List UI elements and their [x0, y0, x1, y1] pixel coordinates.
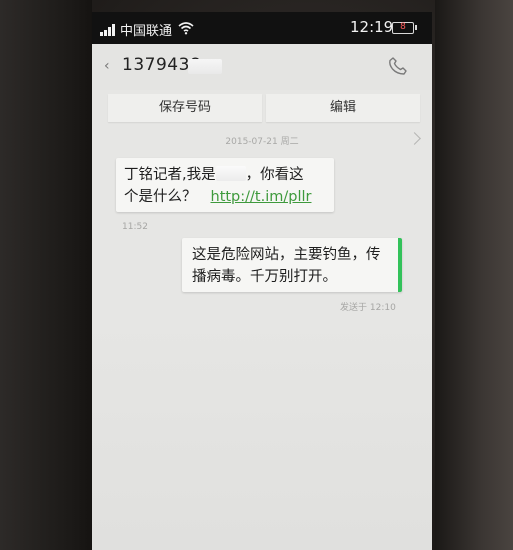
outgoing-message-bubble[interactable]: 这是危险网站，主要钓鱼，传 播病毒。千万别打开。 — [182, 238, 402, 292]
outgoing-line-2: 播病毒。千万别打开。 — [192, 269, 337, 285]
carrier-name: 中国联通 — [120, 24, 173, 39]
status-clock: 12:19 — [350, 18, 394, 36]
redacted-name — [215, 166, 246, 181]
outgoing-line-1: 这是危险网站，主要钓鱼，传 — [192, 247, 381, 263]
battery-icon: 8 — [392, 22, 417, 34]
back-arrow-icon[interactable]: ‹ — [104, 58, 110, 74]
redacted-number-digits — [188, 59, 222, 74]
outgoing-sent-status: 发送于 12:10 — [340, 303, 396, 313]
status-bar: 中国联通 12:19 8 — [92, 12, 432, 44]
phone-icon[interactable] — [388, 56, 408, 76]
date-divider: 2015-07-21 周二 — [225, 137, 299, 147]
signal-icon — [100, 24, 118, 36]
wifi-icon — [178, 22, 194, 35]
incoming-text-prefix: 丁铭记者,我是 — [124, 167, 216, 183]
incoming-line-1: 丁铭记者,我是 ，你看这 — [124, 164, 326, 186]
edit-button[interactable]: 编辑 — [266, 94, 420, 122]
incoming-text-question: 个是什么？ — [124, 189, 197, 205]
incoming-text-suffix: ，你看这 — [245, 167, 304, 183]
conversation-header: ‹ 1379438 — [92, 44, 432, 90]
message-link[interactable]: http://t.im/pllr — [211, 189, 312, 205]
phone-bezel-right — [435, 0, 513, 550]
contact-actions: 保存号码 编辑 — [92, 90, 432, 126]
screen-glare — [92, 312, 432, 550]
phone-bezel-left — [0, 0, 92, 550]
phone-screen: 中国联通 12:19 8 ‹ 1379438 保存号码 编辑 2015-07-2… — [92, 12, 432, 550]
incoming-message-bubble[interactable]: 丁铭记者,我是 ，你看这 个是什么？ http://t.im/pllr — [116, 158, 334, 212]
incoming-line-2: 个是什么？ http://t.im/pllr — [124, 186, 326, 208]
incoming-timestamp: 11:52 — [122, 222, 148, 232]
save-number-button[interactable]: 保存号码 — [108, 94, 262, 122]
